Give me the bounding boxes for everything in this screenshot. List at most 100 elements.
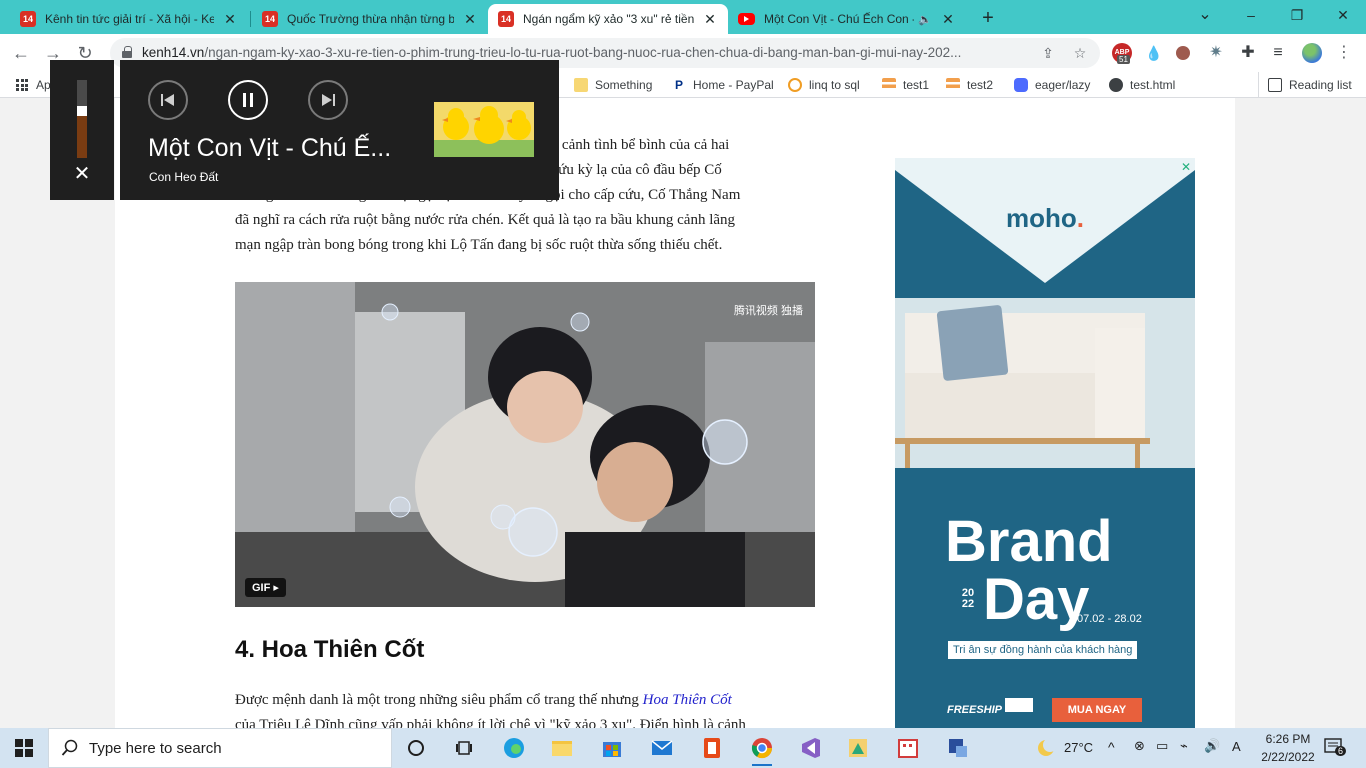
app-icon-1[interactable] [842, 732, 874, 764]
bookmark-test2[interactable]: test2 [946, 76, 993, 94]
menu-kebab-icon[interactable]: ⋮ [1334, 43, 1354, 63]
edge-app[interactable] [498, 732, 530, 764]
ad-title: Brand Day [945, 509, 1113, 632]
task-view-button[interactable] [448, 732, 480, 764]
tab-title: Quốc Trường thừa nhận từng bạo lực [287, 12, 454, 26]
bookmark-linq[interactable]: linq to sql [788, 76, 860, 94]
new-tab-button[interactable]: + [976, 6, 1000, 30]
volume-slider[interactable] [77, 80, 87, 158]
volume-thumb[interactable] [77, 106, 87, 116]
extensions-puzzle-icon[interactable]: ✚ [1238, 43, 1258, 63]
advertisement-banner[interactable]: moho. Brand Day 20 22 07.02 - 28.02 Tri â… [895, 158, 1195, 728]
volume-fill [77, 111, 87, 158]
close-tab-icon[interactable]: ✕ [702, 11, 718, 28]
gif-play-badge[interactable]: GIF ▸ [245, 578, 286, 597]
chrome-icon [751, 738, 773, 759]
stack-icon [882, 78, 896, 92]
file-explorer-app[interactable] [546, 732, 578, 764]
tab-active-article[interactable]: 14 Ngán ngẩm kỹ xảo "3 xu" rẻ tiền ✕ [488, 4, 728, 34]
previous-track-button[interactable] [148, 80, 188, 120]
youtube-favicon-icon [738, 13, 755, 25]
tomato-icon[interactable] [1176, 46, 1190, 60]
bookmark-paypal[interactable]: P Home - PayPal [672, 76, 774, 94]
article-link[interactable]: Hoa Thiên Cốt [643, 692, 732, 708]
battery-icon[interactable]: ▭ [1156, 738, 1168, 754]
paragraph-line: mạn ngập tràn bong bóng trong khi Lộ Tấn… [235, 237, 723, 253]
app-icon-2[interactable] [892, 732, 924, 764]
bookmark-something[interactable]: Something [574, 76, 652, 94]
paragraph-text: Được mệnh danh là một trong những siêu p… [235, 692, 643, 708]
close-tab-icon[interactable]: ✕ [222, 11, 238, 28]
next-track-button[interactable] [308, 80, 348, 120]
tab-kenh14-home[interactable]: 14 Kênh tin tức giải trí - Xã hội - Kenh… [10, 4, 248, 34]
ad-choices-icon[interactable]: ✕ [1181, 160, 1191, 174]
back-button[interactable]: ← [8, 40, 34, 66]
mail-app[interactable] [646, 732, 678, 764]
bookmark-eager-lazy[interactable]: eager/lazy [1014, 76, 1090, 94]
media-thumbnail [434, 102, 534, 157]
apps-grid-icon [16, 79, 28, 91]
notification-center-button[interactable]: 6 [1324, 738, 1347, 758]
store-app[interactable] [596, 732, 628, 764]
pause-button[interactable] [228, 80, 268, 120]
ducklings-thumbnail-image [434, 102, 534, 157]
pause-icon [243, 93, 253, 107]
volume-icon[interactable]: 🔊 [1204, 738, 1220, 754]
network-status-icon[interactable]: ⊗ [1134, 738, 1145, 754]
droplet-icon[interactable]: 💧 [1144, 43, 1164, 63]
ad-freeship: FREESHIP [947, 704, 1003, 716]
bookmark-label: test.html [1130, 78, 1176, 92]
taskbar-search-box[interactable]: Type here to search [48, 728, 392, 768]
start-button[interactable] [0, 728, 48, 768]
bookmark-label: eager/lazy [1035, 78, 1091, 92]
cortana-button[interactable] [400, 732, 432, 764]
share-icon[interactable]: ⇪ [1038, 43, 1058, 63]
video-watermark: 腾讯视频 独播 [733, 305, 803, 317]
bookmark-star-icon[interactable]: ☆ [1070, 43, 1090, 63]
tab-title: Một Con Vịt - Chú Ếch Con - [764, 12, 915, 26]
media-controls-flyout: Một Con Vịt - Chú Ế... Con Heo Đất [120, 60, 559, 200]
close-tab-icon[interactable]: ✕ [940, 11, 956, 28]
weather-temperature[interactable]: 27°C [1064, 740, 1093, 755]
minimize-button[interactable]: – [1228, 0, 1274, 30]
search-placeholder: Type here to search [89, 739, 222, 757]
app-1-icon [849, 739, 867, 757]
office-app[interactable] [696, 732, 728, 764]
paragraph-line: đã nghĩ ra cách rửa ruột bằng nước rửa c… [235, 212, 736, 228]
system-clock[interactable]: 6:26 PM 2/22/2022 [1258, 730, 1318, 766]
url-text[interactable]: kenh14.vn/ngan-ngam-ky-xao-3-xu-re-tien-… [142, 45, 1022, 60]
kenh14-favicon-icon: 14 [262, 11, 278, 27]
chrome-app[interactable] [746, 732, 778, 766]
weather-widget[interactable] [1030, 732, 1062, 764]
reading-list-button[interactable]: Reading list [1268, 76, 1352, 94]
bookmark-test-html[interactable]: test.html [1109, 76, 1175, 94]
lock-icon[interactable] [122, 46, 132, 58]
blue-app-icon [1014, 78, 1028, 92]
close-window-button[interactable]: ✕ [1320, 0, 1366, 30]
article-paragraph-2: Được mệnh danh là một trong những siêu p… [235, 688, 820, 728]
tab-title: Ngán ngẩm kỹ xảo "3 xu" rẻ tiền [523, 12, 694, 26]
article-gif[interactable]: 腾讯视频 独播 GIF ▸ [235, 282, 815, 607]
media-title: Một Con Vịt - Chú Ế... [148, 134, 392, 162]
edge-icon [504, 738, 524, 758]
bookmark-test1[interactable]: test1 [882, 76, 929, 94]
wifi-icon[interactable]: ⌁ [1180, 738, 1188, 754]
restore-button[interactable]: ❐ [1274, 0, 1320, 30]
visual-studio-app[interactable] [794, 732, 826, 764]
ad-buy-now-button[interactable]: MUA NGAY [1052, 698, 1142, 722]
bug-icon[interactable]: ✷ [1206, 43, 1226, 63]
close-tab-icon[interactable]: ✕ [462, 11, 478, 28]
show-hidden-icons-button[interactable]: ^ [1108, 739, 1115, 755]
app-icon-3[interactable] [942, 732, 974, 764]
input-language-indicator[interactable]: A [1232, 739, 1241, 754]
close-media-icon[interactable]: ✕ [72, 164, 92, 184]
tab-youtube[interactable]: Một Con Vịt - Chú Ếch Con - 🔈 ✕ [728, 4, 966, 34]
globe-icon [1109, 78, 1123, 92]
paragraph-line: của Triệu Lệ Dĩnh cũng vấp phải không ít… [235, 717, 746, 728]
stack-icon [946, 78, 960, 92]
tab-quoc-truong[interactable]: 14 Quốc Trường thừa nhận từng bạo lực ✕ [252, 4, 488, 34]
profile-avatar[interactable] [1302, 43, 1322, 63]
media-control-icon[interactable]: ≡ [1268, 43, 1288, 63]
speaker-icon[interactable]: 🔈 [918, 13, 932, 26]
tab-search-button[interactable]: ⌄ [1182, 0, 1228, 30]
